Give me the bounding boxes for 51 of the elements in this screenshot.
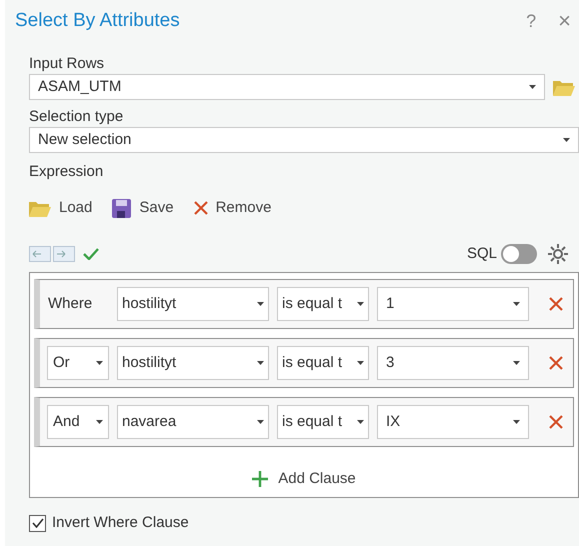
dropdown-caret-icon	[96, 420, 103, 424]
remove-icon	[549, 297, 563, 311]
checkbox-label: Invert Where Clause	[52, 513, 189, 533]
remove-icon	[194, 201, 208, 215]
dropdown-caret-icon	[357, 302, 364, 306]
dropdown-caret-icon	[513, 302, 520, 306]
remove-icon	[549, 415, 563, 429]
toolbar-button[interactable]: Load	[29, 196, 92, 220]
window-title: Select By Attributes	[15, 8, 181, 33]
dropdown-caret-icon	[513, 361, 520, 365]
plus-icon	[252, 471, 268, 488]
add-clause-button[interactable]: Add Clause	[252, 468, 356, 490]
field-label: Input Rows	[29, 54, 106, 74]
sql-toggle[interactable]	[501, 244, 537, 264]
field-dropdown[interactable]: navarea	[117, 405, 269, 439]
toolbar-button[interactable]: Remove	[194, 196, 272, 220]
value-dropdown[interactable]: 3	[377, 346, 529, 380]
remove-clause-button[interactable]	[549, 297, 563, 311]
dropdown-caret-icon	[357, 361, 364, 365]
field-label: Selection type	[29, 107, 124, 127]
selection-type-dropdown[interactable]: New selection	[29, 127, 579, 153]
checkbox[interactable]	[29, 514, 46, 532]
section-label: Expression	[29, 162, 104, 182]
remove-icon	[549, 356, 563, 370]
remove-clause-button[interactable]	[549, 356, 563, 370]
folder-icon	[553, 78, 575, 96]
toolbar-button[interactable]: Save	[112, 196, 174, 220]
dropdown-caret-icon	[257, 302, 264, 306]
dropdown-caret-icon	[529, 85, 536, 89]
operator-dropdown[interactable]: is equal t	[277, 287, 369, 321]
field-dropdown[interactable]: hostilityt	[117, 287, 269, 321]
dropdown-caret-icon	[357, 420, 364, 424]
dropdown-caret-icon	[513, 420, 520, 424]
settings-icon[interactable]	[547, 243, 569, 265]
where-label: Where	[47, 294, 94, 314]
input-rows-dropdown[interactable]: ASAM_UTM	[29, 74, 545, 100]
indent-toolbar-icon[interactable]	[29, 246, 75, 262]
value-dropdown[interactable]: IX	[377, 405, 529, 439]
sql-label: SQL	[466, 244, 497, 264]
connector-dropdown[interactable]: Or	[47, 346, 109, 380]
dropdown-caret-icon	[257, 420, 264, 424]
dropdown-caret-icon	[563, 138, 570, 142]
operator-dropdown[interactable]: is equal t	[277, 346, 369, 380]
operator-dropdown[interactable]: is equal t	[277, 405, 369, 439]
dropdown-caret-icon	[96, 361, 103, 365]
field-dropdown[interactable]: hostilityt	[117, 346, 269, 380]
folder-icon	[29, 200, 51, 216]
value-dropdown[interactable]: 1	[377, 287, 529, 321]
dropdown-caret-icon	[257, 361, 264, 365]
connector-dropdown[interactable]: And	[47, 405, 109, 439]
remove-clause-button[interactable]	[549, 415, 563, 429]
